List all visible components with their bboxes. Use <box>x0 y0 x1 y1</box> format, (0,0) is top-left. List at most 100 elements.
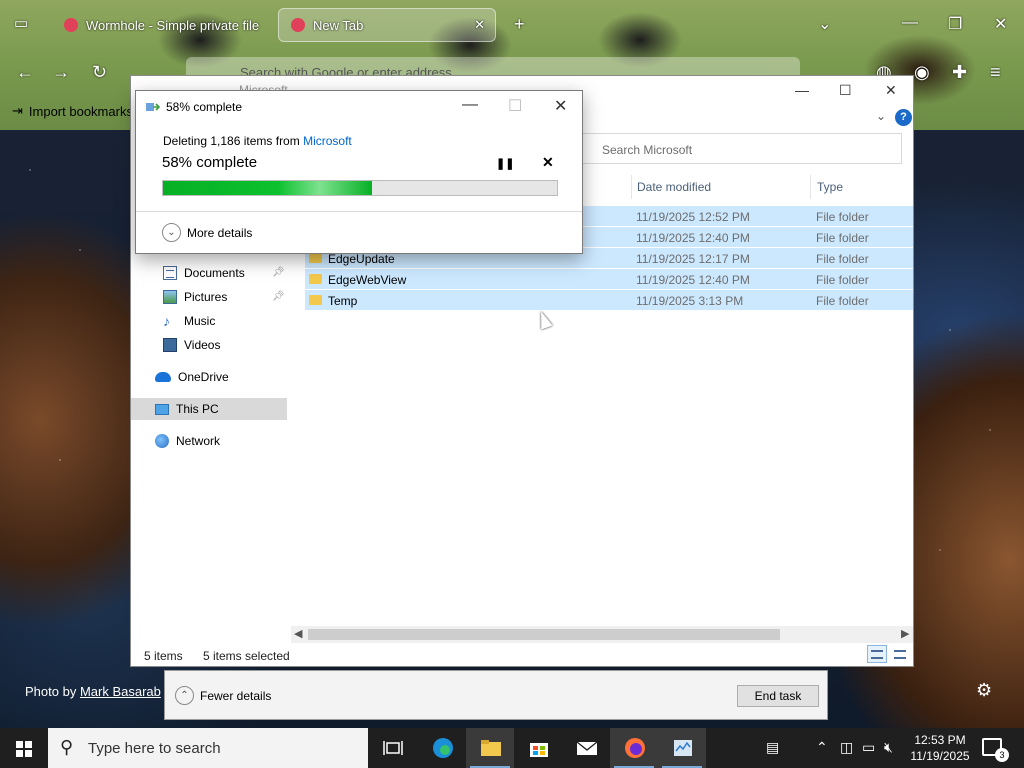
details-view-icon[interactable] <box>867 645 887 663</box>
more-details-label: More details <box>187 225 253 240</box>
file-explorer-app-button[interactable] <box>466 728 514 768</box>
explorer-minimize-icon[interactable]: — <box>795 82 809 98</box>
file-name: EdgeUpdate <box>328 252 395 266</box>
import-icon: ⇥ <box>12 103 23 118</box>
pin-icon[interactable]: 📌︎ <box>272 291 285 302</box>
ribbon-expand-chevron-icon[interactable]: ⌄ <box>876 109 886 123</box>
pictures-icon <box>163 290 177 304</box>
mail-app-button[interactable] <box>562 728 610 768</box>
news-icon[interactable]: ▤ <box>766 739 779 756</box>
network-icon <box>155 434 169 448</box>
explorer-close-icon[interactable]: ✕ <box>885 82 897 99</box>
horizontal-scrollbar[interactable]: ◀ ▶ <box>291 626 913 643</box>
import-bookmarks-link[interactable]: Import bookmarks... <box>29 104 144 119</box>
file-type: File folder <box>816 231 869 245</box>
column-header-row: Date modified Type <box>631 175 913 199</box>
pause-icon[interactable]: ❚❚ <box>496 157 514 170</box>
column-date-modified[interactable]: Date modified <box>637 180 711 194</box>
dialog-close-icon[interactable]: ✕ <box>554 96 567 116</box>
task-view-icon <box>383 741 403 755</box>
browser-close-icon[interactable]: ✕ <box>994 14 1007 34</box>
operation-text: Deleting 1,186 items from <box>163 134 300 148</box>
menu-icon[interactable]: ≡ <box>990 62 1001 83</box>
documents-icon <box>163 266 177 280</box>
nav-item-documents[interactable]: Documents <box>163 262 245 284</box>
end-task-button[interactable]: End task <box>737 685 819 707</box>
nav-label: This PC <box>176 402 219 416</box>
nav-item-onedrive[interactable]: OneDrive <box>155 366 229 388</box>
meet-icon[interactable]: ◫ <box>840 739 853 756</box>
cancel-icon[interactable]: ✕ <box>542 154 554 171</box>
file-name: EdgeWebView <box>328 273 407 287</box>
file-row[interactable]: EdgeWebView 11/19/2025 12:40 PM File fol… <box>305 268 913 289</box>
photo-author-link[interactable]: Mark Basarab <box>80 684 161 699</box>
explorer-maximize-icon[interactable]: ☐ <box>839 82 852 99</box>
profile-icon[interactable]: ◉ <box>914 62 930 83</box>
pin-icon[interactable]: 📌︎ <box>272 267 285 278</box>
column-separator[interactable] <box>810 175 811 199</box>
forward-icon[interactable]: → <box>52 62 70 83</box>
nav-label: Pictures <box>184 290 228 304</box>
chevron-up-icon[interactable]: ⌃ <box>816 739 828 756</box>
file-date: 11/19/2025 12:17 PM <box>636 252 750 266</box>
nav-label: OneDrive <box>178 370 229 384</box>
tab-close-icon[interactable]: ✕ <box>474 17 485 33</box>
dialog-divider <box>136 211 582 212</box>
clock-time: 12:53 PM <box>914 733 966 747</box>
progress-bar-fill <box>163 181 372 195</box>
cloud-icon <box>155 372 171 382</box>
browser-minimize-icon[interactable]: — <box>902 14 918 32</box>
source-folder-link[interactable]: Microsoft <box>303 134 352 148</box>
tab-list-chevron-icon[interactable]: ⌄ <box>818 14 831 34</box>
edge-app-button[interactable] <box>418 728 466 768</box>
scrollbar-thumb[interactable] <box>308 629 780 640</box>
windows-logo-icon <box>16 741 32 757</box>
taskbar-clock[interactable]: 12:53 PM 11/19/2025 <box>906 732 974 764</box>
edge-icon <box>433 738 453 758</box>
column-separator[interactable] <box>631 175 632 199</box>
back-icon[interactable]: ← <box>16 62 34 83</box>
start-button[interactable] <box>0 728 48 768</box>
browser-maximize-icon[interactable]: ❐ <box>948 14 962 34</box>
reload-icon[interactable]: ↻ <box>92 62 107 83</box>
firefox-app-button[interactable] <box>610 728 658 768</box>
taskbar-search-box[interactable]: ⚲ Type here to search <box>48 728 368 768</box>
nav-label: Network <box>176 434 221 448</box>
store-app-button[interactable] <box>514 728 562 768</box>
bookmarks-bar: ⇥ Import bookmarks... <box>0 98 144 124</box>
nav-label: Music <box>184 314 216 328</box>
tab-overview-icon[interactable]: ▭ <box>14 14 28 32</box>
file-row[interactable]: Temp 11/19/2025 3:13 PM File folder <box>305 289 913 310</box>
nav-item-videos[interactable]: Videos <box>163 334 220 356</box>
status-bar: 5 items 5 items selected <box>131 646 913 666</box>
gear-icon[interactable]: ⚙ <box>976 680 992 701</box>
extensions-icon[interactable]: ✚ <box>952 62 967 83</box>
dialog-minimize-icon[interactable]: — <box>462 96 478 114</box>
pc-icon <box>155 403 169 415</box>
scroll-left-icon[interactable]: ◀ <box>294 627 302 640</box>
nav-item-music[interactable]: ♪ Music <box>163 310 215 332</box>
help-icon[interactable]: ? <box>895 109 912 126</box>
task-manager-app-button[interactable] <box>658 728 706 768</box>
chevron-up-icon: ⌃ <box>175 686 194 705</box>
browser-tab-new[interactable]: New Tab ✕ <box>278 8 496 42</box>
browser-tab-wormhole[interactable]: Wormhole - Simple private file <box>52 8 272 42</box>
fewer-details-toggle[interactable]: ⌃ Fewer details <box>175 686 271 705</box>
large-icons-view-icon[interactable] <box>890 645 910 663</box>
nav-item-pictures[interactable]: Pictures <box>163 286 227 308</box>
store-icon <box>530 743 548 757</box>
new-tab-button[interactable]: + <box>514 14 525 35</box>
explorer-search-input[interactable]: Search Microsoft <box>581 133 902 164</box>
volume-muted-icon[interactable]: 🔇︎ <box>884 739 893 756</box>
view-toggle <box>867 645 910 663</box>
column-type[interactable]: Type <box>817 180 843 194</box>
chevron-down-icon: ⌄ <box>162 223 181 242</box>
nav-item-this-pc[interactable]: This PC <box>131 398 287 420</box>
task-view-button[interactable] <box>368 728 416 768</box>
more-details-toggle[interactable]: ⌄ More details <box>162 223 252 242</box>
progress-bar <box>162 180 558 196</box>
nav-item-network[interactable]: Network <box>155 430 220 452</box>
scroll-right-icon[interactable]: ▶ <box>901 627 909 640</box>
photo-credit-prefix: Photo by <box>25 684 77 699</box>
network-tray-icon[interactable]: ▭ <box>862 739 875 756</box>
